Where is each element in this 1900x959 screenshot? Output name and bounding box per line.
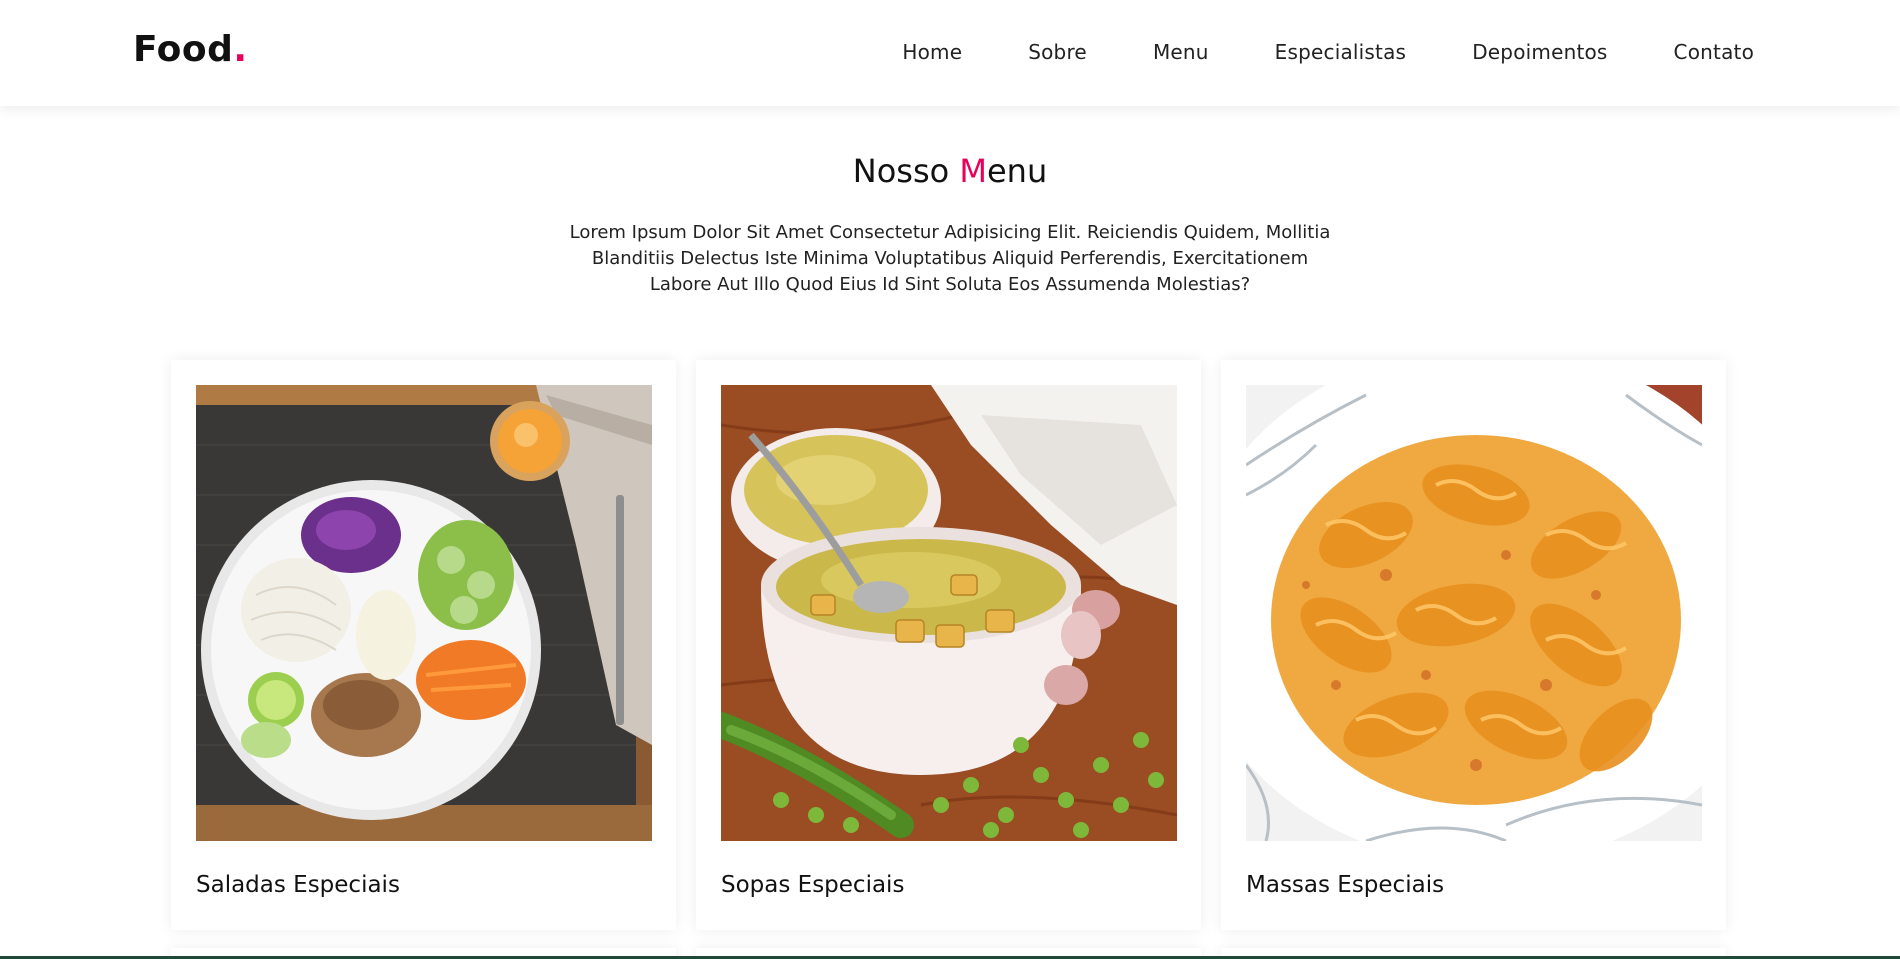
nav-sobre[interactable]: Sobre	[1028, 40, 1087, 64]
logo-text: Food	[133, 29, 234, 70]
nav-depoimentos[interactable]: Depoimentos	[1472, 40, 1607, 64]
card-title: Saladas Especiais	[196, 872, 400, 898]
site-header: Food. Home Sobre Menu Especialistas Depo…	[0, 0, 1900, 106]
nav-contato[interactable]: Contato	[1674, 40, 1754, 64]
title-part2: enu	[986, 152, 1048, 190]
section-description: Lorem Ipsum Dolor Sit Amet Consectetur A…	[569, 222, 1331, 295]
logo-dot: .	[233, 29, 248, 70]
logo[interactable]: Food.	[133, 29, 248, 70]
menu-cards: Saladas Especiais Sopas Especiais Massas…	[171, 360, 1726, 930]
menu-card-massas[interactable]: Massas Especiais	[1221, 360, 1726, 930]
section-title: Nosso Menu	[0, 152, 1900, 190]
nav-home[interactable]: Home	[902, 40, 962, 64]
menu-card-saladas[interactable]: Saladas Especiais	[171, 360, 676, 930]
card-title: Sopas Especiais	[721, 872, 905, 898]
pasta-image	[1246, 385, 1702, 841]
title-accent: M	[959, 152, 987, 190]
menu-card-sopas[interactable]: Sopas Especiais	[696, 360, 1201, 930]
card-title: Massas Especiais	[1246, 872, 1445, 898]
salad-image	[196, 385, 652, 841]
title-part1: Nosso	[852, 152, 960, 190]
main-nav: Home Sobre Menu Especialistas Depoimento…	[902, 40, 1754, 64]
nav-menu[interactable]: Menu	[1153, 40, 1209, 64]
nav-especialistas[interactable]: Especialistas	[1275, 40, 1407, 64]
soup-image	[721, 385, 1177, 841]
